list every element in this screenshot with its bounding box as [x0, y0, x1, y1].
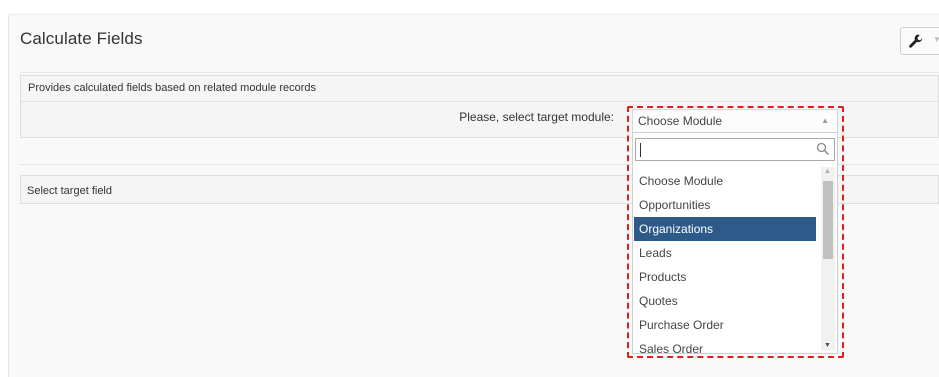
select-target-field-label: Select target field [27, 185, 112, 197]
page-title: Calculate Fields [20, 29, 143, 48]
caret-down-icon: ▼ [933, 35, 939, 44]
highlight-annotation [627, 106, 844, 358]
target-module-label: Please, select target module: [459, 110, 614, 124]
wrench-icon [908, 33, 924, 54]
module-description: Provides calculated fields based on rela… [28, 82, 316, 94]
settings-dropdown-button[interactable]: ▼ [900, 27, 939, 55]
divider [20, 72, 939, 73]
divider [21, 101, 938, 102]
